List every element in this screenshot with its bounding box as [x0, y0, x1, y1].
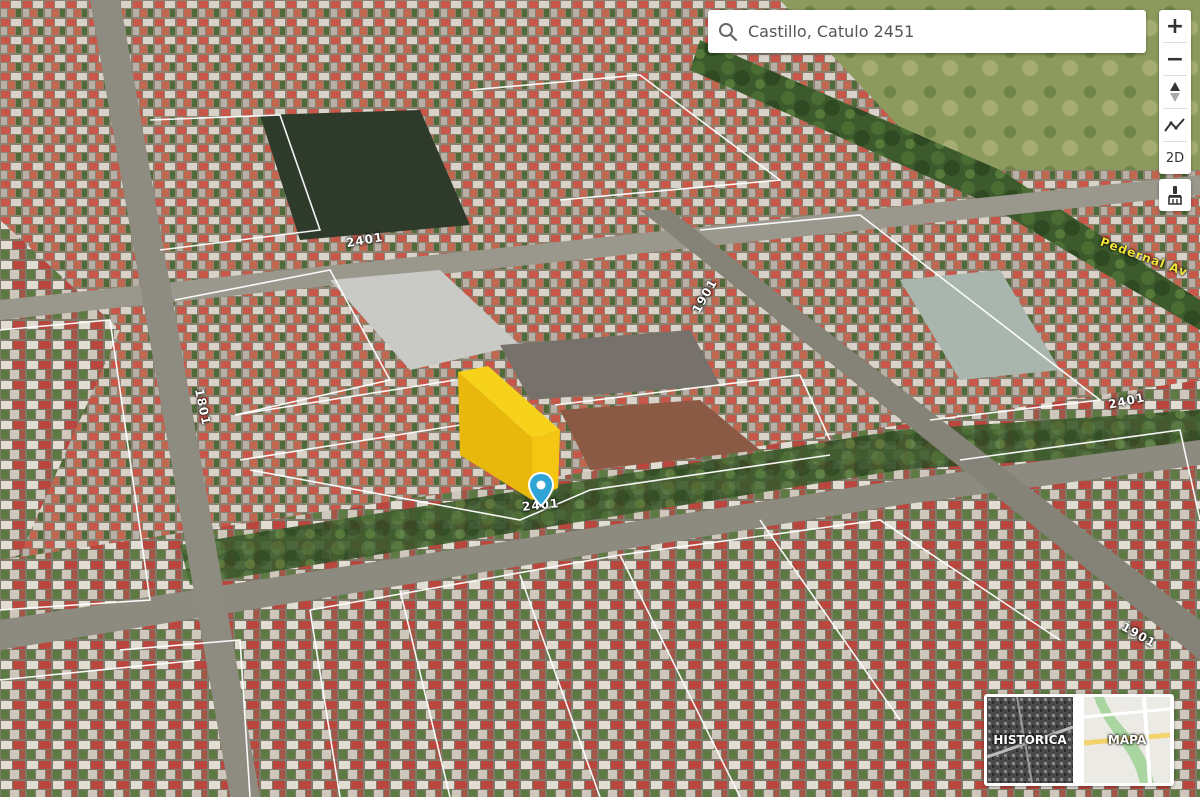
aerial-map-view[interactable]	[0, 0, 1200, 797]
toggle-2d-button[interactable]: 2D	[1159, 142, 1191, 174]
zoom-out-button[interactable]: −	[1159, 43, 1191, 75]
search-box[interactable]	[708, 10, 1146, 53]
elevation-icon	[1164, 118, 1185, 132]
search-input[interactable]	[746, 21, 1130, 42]
basemap-map-label: MAPA	[1107, 733, 1147, 747]
basemap-historic-button[interactable]: HISTÓRICA	[987, 697, 1073, 783]
map-controls: + − 2D	[1159, 10, 1191, 174]
compass-icon	[1170, 82, 1180, 102]
clear-button[interactable]	[1159, 179, 1191, 211]
location-pin-icon[interactable]	[527, 471, 555, 512]
basemap-map-button[interactable]: MAPA	[1084, 697, 1170, 783]
elevation-profile-button[interactable]	[1159, 109, 1191, 141]
search-icon	[719, 22, 738, 41]
compass-button[interactable]	[1159, 76, 1191, 108]
tools-control	[1159, 179, 1191, 211]
basemap-switcher: HISTÓRICA MAPA	[984, 694, 1174, 786]
basemap-historic-label: HISTÓRICA	[993, 733, 1067, 747]
zoom-in-button[interactable]: +	[1159, 10, 1191, 42]
brush-icon	[1168, 186, 1182, 205]
